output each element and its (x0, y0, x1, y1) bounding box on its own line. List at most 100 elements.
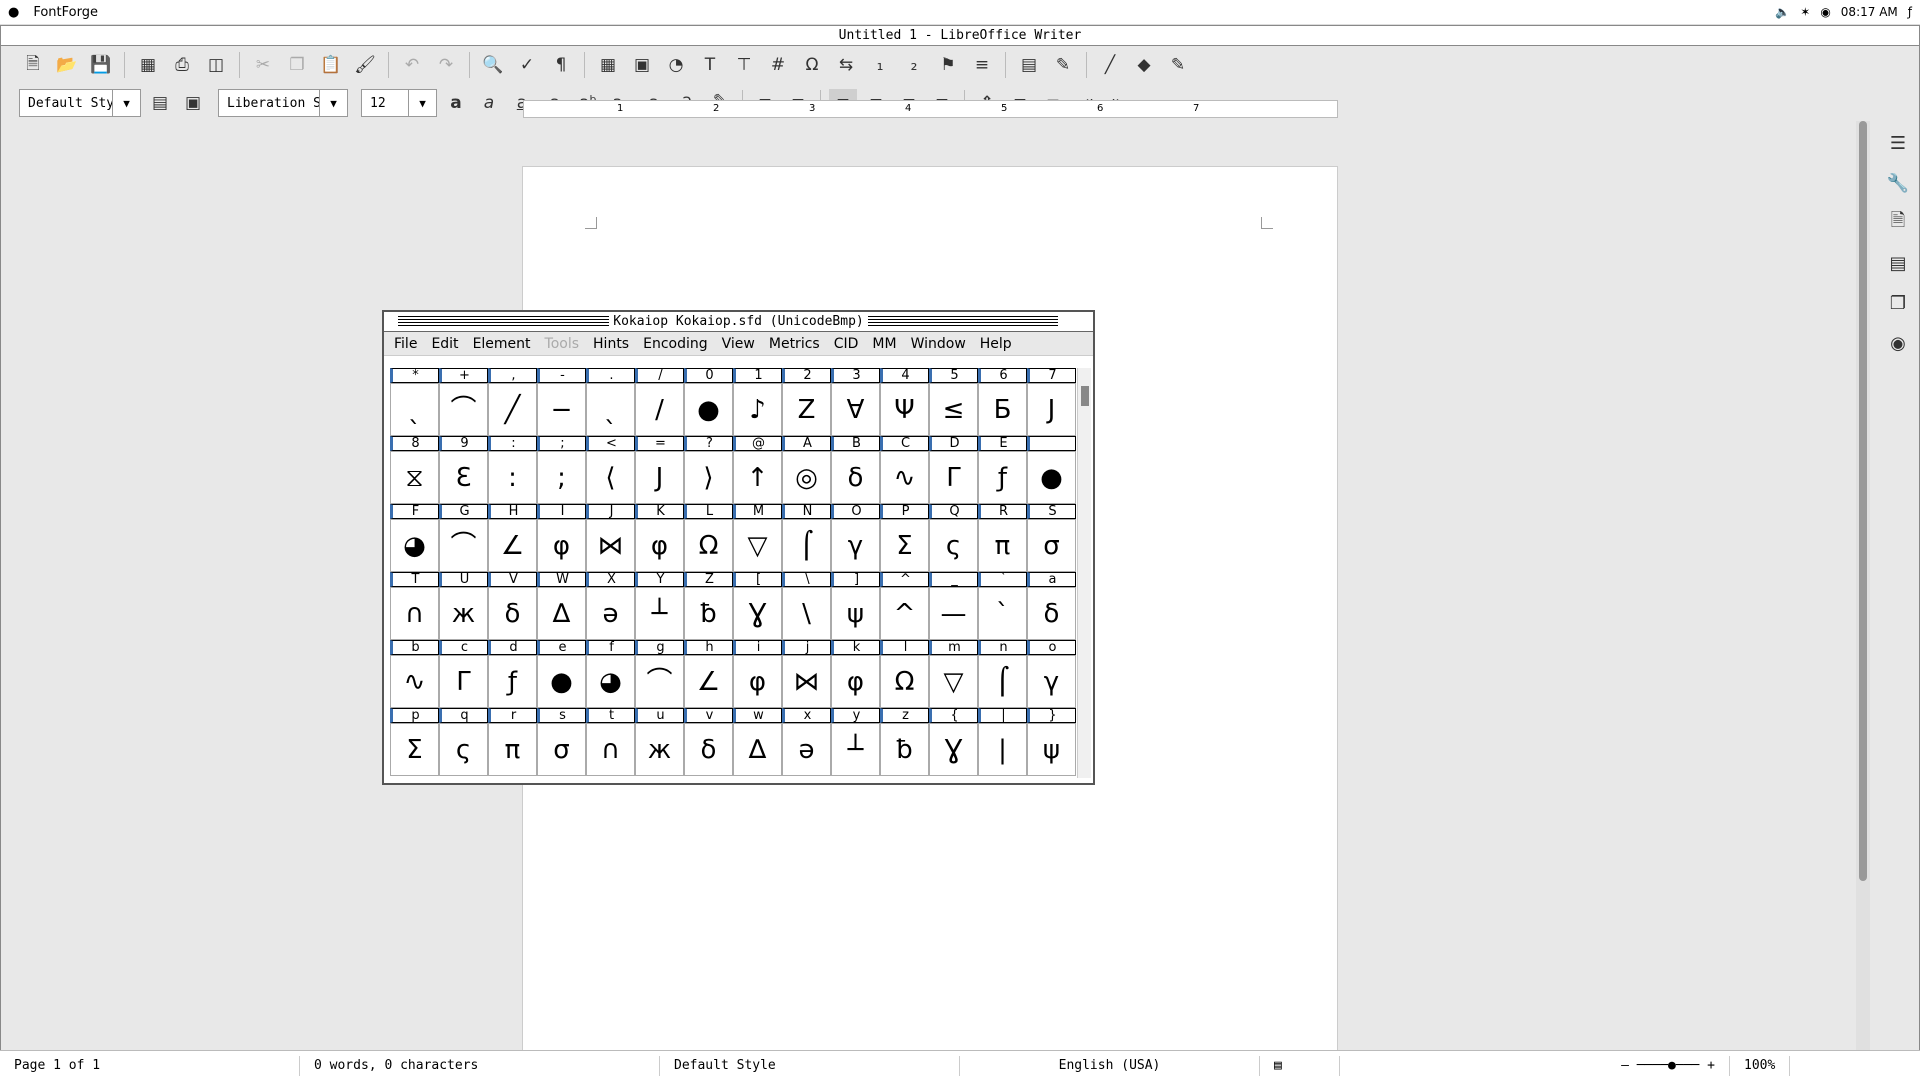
glyph-label[interactable]: , (488, 368, 537, 383)
active-app-name[interactable]: FontForge (33, 5, 98, 20)
paragraph-style-combo[interactable]: Default Stylı ▼ (19, 89, 141, 117)
glyph-cell[interactable]: ● (537, 655, 586, 708)
language[interactable]: English (USA) (960, 1055, 1260, 1076)
print-preview-icon[interactable]: ◫ (202, 51, 230, 79)
glyph-cell[interactable]: ┴ (831, 723, 880, 776)
glyph-cell[interactable]: ς (929, 519, 978, 572)
glyph-cell[interactable]: Ψ (880, 383, 929, 436)
glyph-label[interactable]: N (782, 504, 831, 519)
glyph-label[interactable]: I (537, 504, 586, 519)
fontforge-tray-icon[interactable]: ƒ (1908, 5, 1912, 19)
glyph-label[interactable]: j (782, 640, 831, 655)
glyph-cell[interactable]: — (929, 587, 978, 640)
glyph-cell[interactable]: ⟨ (586, 451, 635, 504)
page-count[interactable]: Page 1 of 1 (0, 1055, 300, 1076)
glyph-label[interactable]: ? (684, 436, 733, 451)
glyph-label[interactable]: v (684, 708, 733, 723)
glyph-label[interactable]: M (733, 504, 782, 519)
glyph-label[interactable]: T (390, 572, 439, 587)
glyph-cell[interactable]: ∠ (488, 519, 537, 572)
word-count[interactable]: 0 words, 0 characters (300, 1055, 660, 1076)
glyph-label[interactable]: t (586, 708, 635, 723)
glyph-label[interactable]: l (880, 640, 929, 655)
glyph-label[interactable]: k (831, 640, 880, 655)
glyph-label[interactable]: . (586, 368, 635, 383)
glyph-label[interactable]: @ (733, 436, 782, 451)
glyph-cell[interactable]: ƒ (978, 451, 1027, 504)
glyph-label[interactable]: J (586, 504, 635, 519)
glyph-cell[interactable]: ▽ (733, 519, 782, 572)
glyph-label[interactable]: [ (733, 572, 782, 587)
glyph-label[interactable]: = (635, 436, 684, 451)
menu-mm[interactable]: MM (872, 336, 896, 352)
glyph-cell[interactable]: Γ (439, 655, 488, 708)
glyph-label[interactable]: | (978, 708, 1027, 723)
glyph-cell[interactable]: ● (1027, 451, 1076, 504)
glyph-cell[interactable]: ` (978, 587, 1027, 640)
cross-reference-icon[interactable]: ≡ (968, 51, 996, 79)
glyph-cell[interactable]: ∩ (390, 587, 439, 640)
glyph-cell[interactable]: ⌒ (439, 383, 488, 436)
glyph-cell[interactable]: δ (488, 587, 537, 640)
glyph-cell[interactable]: ə (586, 587, 635, 640)
glyph-cell[interactable]: ╱ (488, 383, 537, 436)
glyph-cell[interactable]: Ɣ (929, 723, 978, 776)
glyph-label[interactable]: b (390, 640, 439, 655)
glyph-cell[interactable]: Ԑ (439, 451, 488, 504)
spelling-icon[interactable]: ✓ (513, 51, 541, 79)
glyph-cell[interactable]: ς (439, 723, 488, 776)
glyph-cell[interactable]: ƒ (488, 655, 537, 708)
menu-file[interactable]: File (394, 336, 417, 352)
glyph-label[interactable]: < (586, 436, 635, 451)
glyph-label[interactable]: U (439, 572, 488, 587)
glyph-label[interactable]: H (488, 504, 537, 519)
vertical-scrollbar[interactable] (1856, 121, 1870, 1051)
chevron-down-icon[interactable]: ▼ (408, 90, 436, 116)
chevron-down-icon[interactable]: ▼ (112, 90, 140, 116)
insert-field-icon[interactable]: # (764, 51, 792, 79)
page-icon[interactable]: 🗎 (1884, 209, 1912, 237)
glyph-label[interactable]: A (782, 436, 831, 451)
insert-image-icon[interactable]: ▣ (628, 51, 656, 79)
new-style-icon[interactable]: ▣ (179, 89, 207, 117)
glyph-cell[interactable]: ∆ (537, 587, 586, 640)
glyph-cell[interactable]: ● (684, 383, 733, 436)
glyph-label[interactable]: O (831, 504, 880, 519)
update-style-icon[interactable]: ▤ (146, 89, 174, 117)
styles-icon[interactable]: ▤ (1884, 249, 1912, 277)
glyph-label[interactable]: Y (635, 572, 684, 587)
glyph-label[interactable]: - (537, 368, 586, 383)
glyph-label[interactable]: i (733, 640, 782, 655)
glyph-label[interactable]: 6 (978, 368, 1027, 383)
glyph-cell[interactable]: δ (684, 723, 733, 776)
glyph-label[interactable]: { (929, 708, 978, 723)
glyph-label[interactable]: ^ (880, 572, 929, 587)
zoom-level[interactable]: 100% (1730, 1055, 1791, 1076)
glyph-label[interactable]: B (831, 436, 880, 451)
glyph-cell[interactable]: Ј (635, 451, 684, 504)
glyph-label[interactable]: Q (929, 504, 978, 519)
glyph-label[interactable]: q (439, 708, 488, 723)
menu-metrics[interactable]: Metrics (769, 336, 820, 352)
menu-view[interactable]: View (722, 336, 755, 352)
italic-icon[interactable]: a (475, 89, 503, 117)
line-icon[interactable]: ╱ (1096, 51, 1124, 79)
volume-icon[interactable]: 🔈 (1775, 5, 1790, 19)
glyph-cell[interactable]: ^ (880, 587, 929, 640)
glyph-label[interactable]: D (929, 436, 978, 451)
font-size-combo[interactable]: 12 ▼ (361, 89, 437, 117)
fontforge-titlebar[interactable]: Kokaiop Kokaiop.sfd (UnicodeBmp) (384, 312, 1093, 332)
glyph-label[interactable]: s (537, 708, 586, 723)
glyph-label[interactable]: g (635, 640, 684, 655)
cut-icon[interactable]: ✂ (249, 51, 277, 79)
glyph-label[interactable]: h (684, 640, 733, 655)
glyph-cell[interactable]: ⌒ (635, 655, 684, 708)
glyph-cell[interactable]: Σ (390, 723, 439, 776)
glyph-cell[interactable]: ψ (831, 587, 880, 640)
glyph-cell[interactable]: ⌠ (782, 519, 831, 572)
glyph-cell[interactable]: φ (831, 655, 880, 708)
glyph-label[interactable]: y (831, 708, 880, 723)
glyph-cell[interactable]: ∿ (390, 655, 439, 708)
glyph-label[interactable]: E (978, 436, 1027, 451)
glyph-label[interactable]: u (635, 708, 684, 723)
